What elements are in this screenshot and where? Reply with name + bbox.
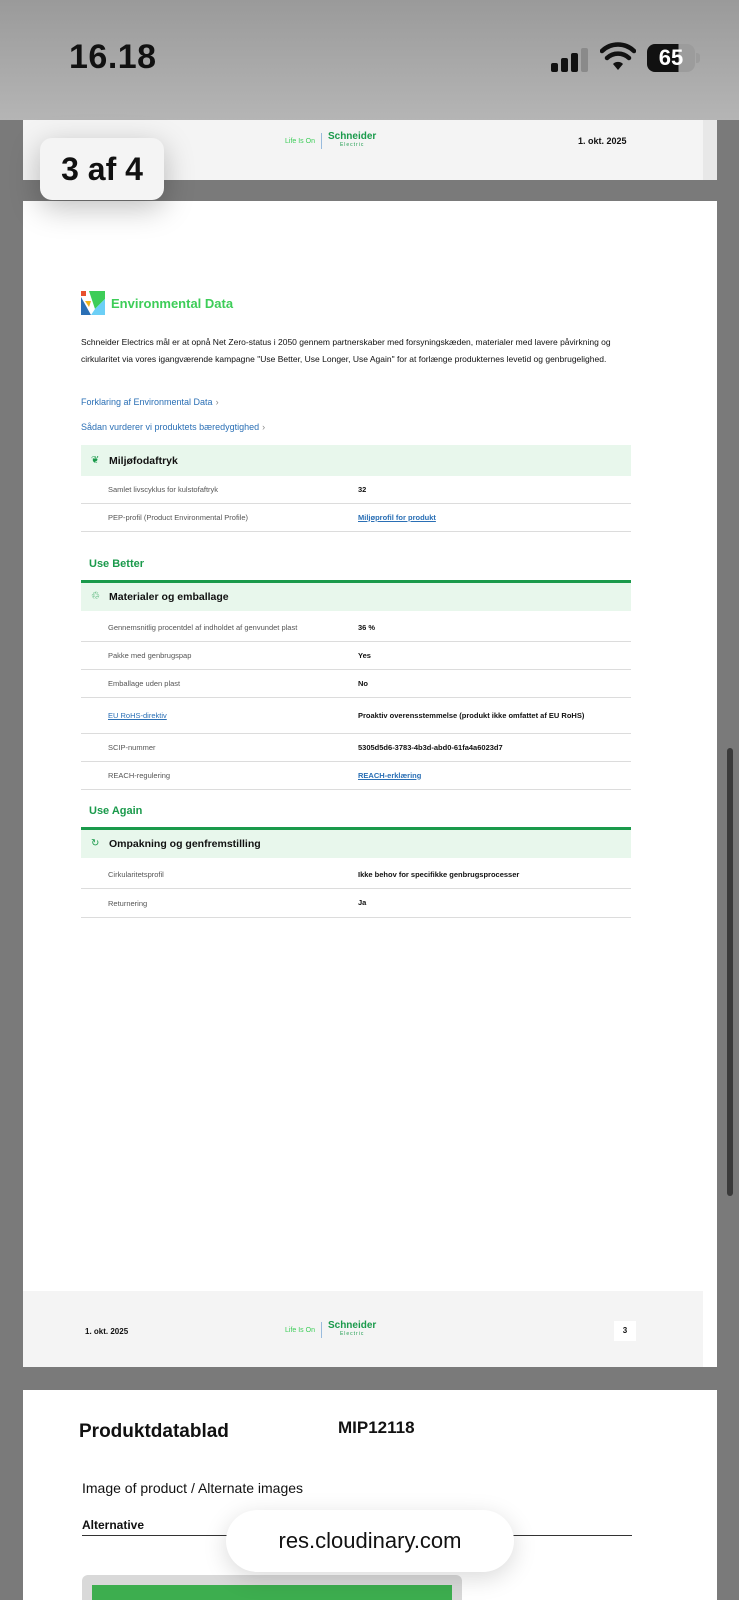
row-value: 36 % (358, 622, 376, 632)
product-code: MIP12118 (338, 1418, 415, 1437)
row-value: Ja (358, 898, 367, 907)
table-row: Pakke med genbrugspap Yes (81, 642, 631, 670)
scrollbar[interactable] (727, 748, 733, 1196)
use-again-title: Use Again (89, 805, 143, 817)
logo-divider (320, 1322, 322, 1338)
logo-tagline: Life Is On (285, 137, 315, 145)
environmental-profile-link[interactable]: Miljøprofil for produkt (358, 513, 598, 523)
logo-tagline: Life Is On (285, 1326, 315, 1334)
row-key: REACH-regulering (108, 771, 171, 780)
explanation-link[interactable]: Forklaring af Environmental Data › (81, 397, 219, 407)
document-page: Environmental Data Schneider Electrics m… (23, 201, 717, 1367)
table-row: Samlet livscyklus for kulstofaftryk 32 (81, 476, 631, 504)
product-image (82, 1575, 462, 1600)
row-value: Ikke behov for specifikke genbrugsproces… (358, 869, 520, 879)
table-row: SCIP-nummer 5305d5d6-3783-4b3d-abd0-61fa… (81, 734, 631, 762)
row-key: Pakke med genbrugspap (108, 651, 192, 660)
row-value: Yes (358, 650, 371, 660)
page-footer: 1. okt. 2025 Life Is On Schneider Electri… (23, 1291, 703, 1367)
logo-divider (320, 133, 322, 149)
browser-url-bar[interactable]: res.cloudinary.com (226, 1510, 514, 1572)
row-key: PEP-profil (Product Environmental Profil… (108, 513, 249, 522)
table-row: Emballage uden plast No (81, 670, 631, 698)
status-time: 16.18 (69, 38, 157, 76)
row-key: Samlet livscyklus for kulstofaftryk (108, 485, 219, 494)
row-key: Returnering (108, 898, 148, 908)
footer-date: 1. okt. 2025 (85, 1327, 129, 1336)
table-row: Cirkularitetsprofil Ikke behov for speci… (81, 861, 631, 889)
environmental-header: Environmental Data (81, 291, 233, 315)
chevron-right-icon: › (262, 422, 266, 432)
schneider-logo: Life Is On Schneider Electric (285, 1321, 376, 1339)
leaf-icon: ❦ (91, 454, 100, 466)
chevron-right-icon: › (215, 397, 219, 407)
datasheet-title: Produktdatablad (79, 1421, 229, 1442)
row-value: No (358, 678, 368, 688)
reach-declaration-link[interactable]: REACH-erklæring (358, 771, 598, 781)
repackaging-section-header: ↻ Ompakning og genfremstilling (81, 827, 631, 858)
battery-icon: 65 (647, 44, 700, 72)
alternative-label: Alternative (82, 1518, 145, 1532)
section-title: Ompakning og genfremstilling (109, 838, 261, 850)
section-title: Miljøfodaftryk (109, 454, 178, 467)
environmental-title: Environmental Data (111, 295, 234, 311)
status-bar: 16.18 65 (0, 0, 739, 120)
row-key: Gennemsnitlig procentdel af indholdet af… (108, 623, 298, 632)
cellular-signal-icon (551, 46, 588, 72)
page-indicator: 3 af 4 (40, 138, 164, 200)
battery-level: 65 (658, 45, 684, 70)
table-row: Returnering Ja (81, 889, 631, 918)
row-key: SCIP-nummer (108, 743, 156, 752)
row-value: 32 (358, 484, 367, 494)
environmental-intro: Schneider Electrics mål er at opnå Net Z… (81, 337, 611, 364)
logo-brand: Schneider Electric (327, 131, 377, 149)
row-key: Cirkularitetsprofil (108, 870, 164, 879)
row-value: Proaktiv overensstemmelse (produkt ikke … (358, 710, 585, 720)
materials-section-header: ♲ Materialer og emballage (81, 580, 631, 611)
logo-brand: Schneider Electric (327, 1320, 377, 1338)
image-section-label: Image of product / Alternate images (82, 1480, 304, 1496)
refresh-icon: ↻ (91, 838, 100, 849)
table-row: PEP-profil (Product Environmental Profil… (81, 504, 631, 532)
sustainability-link[interactable]: Sådan vurderer vi produktets bæredygtigh… (81, 422, 265, 432)
previous-page-date: 1. okt. 2025 (578, 136, 627, 146)
footprint-section-header: ❦ Miljøfodaftryk (81, 445, 631, 476)
table-row: REACH-regulering REACH-erklæring (81, 762, 631, 790)
row-value: 5305d5d6-3783-4b3d-abd0-61fa4a6023d7 (358, 742, 503, 752)
rohs-directive-link[interactable]: EU RoHS-direktiv (108, 711, 167, 720)
table-row: Gennemsnitlig procentdel af indholdet af… (81, 614, 631, 642)
use-better-title: Use Better (89, 558, 145, 570)
recycle-box-icon: ♲ (91, 591, 100, 602)
section-title: Materialer og emballage (109, 591, 229, 603)
wifi-icon (600, 42, 636, 70)
row-key: Emballage uden plast (108, 679, 181, 688)
environmental-logo-icon (81, 291, 105, 315)
table-row: EU RoHS-direktiv Proaktiv overensstemmel… (81, 698, 631, 734)
schneider-logo: Life Is On Schneider Electric (285, 132, 376, 150)
page-number: 3 (614, 1321, 636, 1341)
